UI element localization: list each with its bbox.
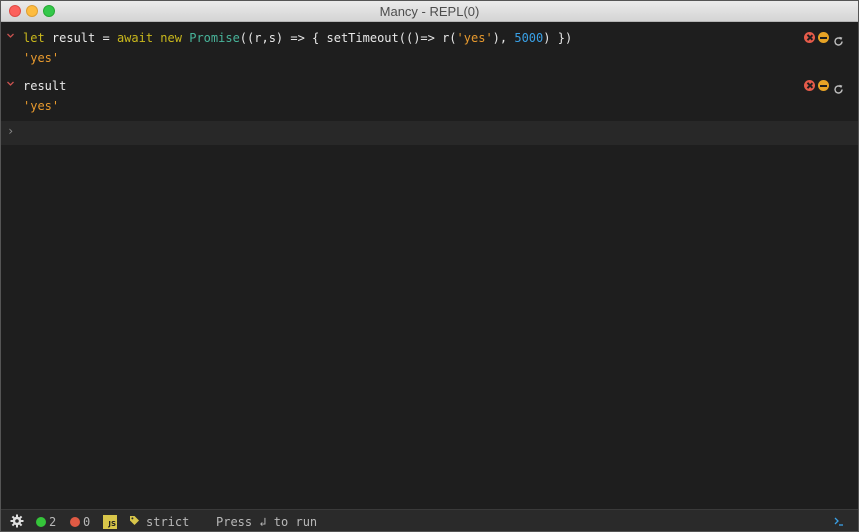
entry-code[interactable]: result — [23, 78, 66, 94]
code-token: result = — [44, 31, 117, 45]
code-token: result — [23, 79, 67, 93]
entry-actions — [804, 32, 848, 46]
error-status-dot — [70, 517, 80, 527]
reload-icon[interactable] — [833, 32, 844, 46]
javascript-badge-icon[interactable]: JS — [103, 515, 117, 529]
code-token: let — [23, 31, 45, 45]
close-circle-icon[interactable] — [804, 32, 815, 43]
title-bar[interactable]: Mancy - REPL(0) — [1, 1, 858, 22]
error-count: 0 — [83, 515, 91, 529]
success-status-dot — [36, 517, 46, 527]
repl-content: let result = await new Promise((r,s) => … — [1, 23, 858, 509]
code-token: Promise — [189, 31, 240, 45]
chevron-down-icon[interactable] — [6, 79, 16, 93]
entry-result: 'yes' — [23, 51, 60, 65]
app-window: Mancy - REPL(0) let result = await new P… — [0, 0, 859, 532]
close-circle-icon[interactable] — [804, 80, 815, 91]
mode-label[interactable]: strict — [146, 515, 189, 529]
code-token: new — [160, 31, 182, 45]
reload-icon[interactable] — [833, 80, 844, 94]
code-token: await — [116, 31, 154, 45]
entry-actions — [804, 80, 848, 94]
window-title: Mancy - REPL(0) — [379, 4, 480, 19]
code-token: ((r,s) => { setTimeout(()=> r( — [239, 31, 457, 45]
prompt-chevron-icon: › — [7, 124, 15, 138]
entry-code[interactable]: let result = await new Promise((r,s) => … — [23, 30, 572, 46]
code-token: ) }) — [543, 31, 573, 45]
terminal-icon[interactable] — [833, 515, 845, 530]
code-token: ), — [492, 31, 515, 45]
minus-circle-icon[interactable] — [818, 32, 829, 43]
minus-circle-icon[interactable] — [818, 80, 829, 91]
entry-result: 'yes' — [23, 99, 60, 113]
success-count: 2 — [49, 515, 57, 529]
repl-entry: result 'yes' — [1, 77, 858, 117]
repl-prompt-input[interactable]: › — [1, 121, 858, 145]
tag-icon — [129, 515, 140, 529]
code-token: 'yes' — [456, 31, 493, 45]
gear-icon[interactable] — [10, 514, 24, 531]
status-bar: 2 0 JS strict Press ↲ to run — [1, 509, 858, 531]
code-token: 5000 — [514, 31, 544, 45]
chevron-down-icon[interactable] — [6, 31, 16, 45]
run-hint: Press ↲ to run — [216, 515, 318, 529]
repl-entry: let result = await new Promise((r,s) => … — [1, 29, 858, 69]
